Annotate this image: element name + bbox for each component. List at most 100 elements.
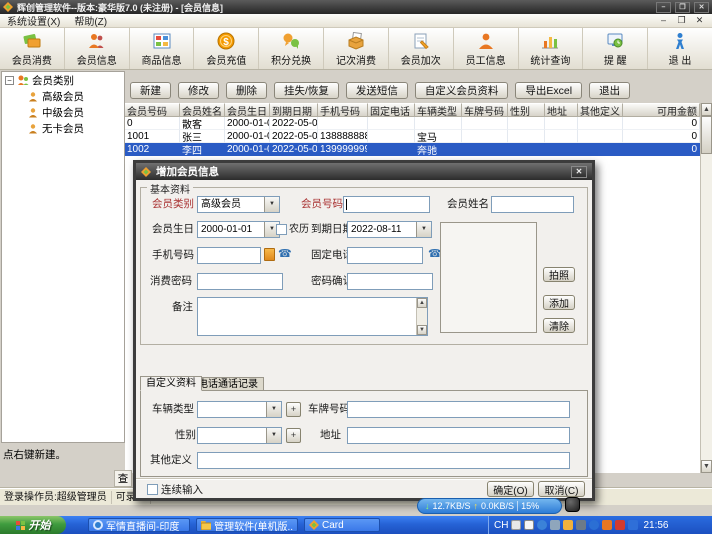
tree-collapse-icon[interactable]: − [5,75,14,85]
col-header[interactable]: 可用金额 [623,103,700,117]
export-excel-button[interactable]: 导出Excel [515,82,583,99]
toolbar-member-info[interactable]: 会员信息 [65,28,130,69]
table-scrollbar[interactable]: ▲ ▼ [700,103,712,473]
col-header[interactable]: 固定电话 [368,103,415,117]
custom-member-data-button[interactable]: 自定义会员资料 [414,82,509,99]
new-button[interactable]: 新建 [130,82,171,99]
col-header[interactable]: 手机号码 [318,103,368,117]
toolbar-member-add-count[interactable]: 会员加次 [389,28,454,69]
scroll-thumb[interactable] [701,116,712,154]
toolbar-member-consume[interactable]: 会员消费 [0,28,65,69]
tray-icon[interactable] [589,520,600,530]
minimize-icon[interactable]: – [656,1,671,13]
birthday-select[interactable]: 2000-01-01 ▼ [197,221,280,238]
member-no-input[interactable] [343,196,430,213]
taskbar-task-folder[interactable]: 管理软件(单机版.. [196,518,298,532]
scroll-down-icon[interactable]: ▼ [417,325,427,335]
mdi-restore-icon[interactable]: ❐ [675,15,688,26]
input-language-indicator[interactable]: CH [494,520,508,531]
table-row[interactable]: 0 散客 2000-01-01 2022-05-04 0 [125,117,700,130]
cancel-button[interactable]: 取消(C) [538,481,585,497]
accelerator-ball-icon[interactable] [565,497,580,512]
add-photo-button[interactable]: 添加 [543,295,575,310]
chevron-down-icon[interactable]: ▼ [266,402,281,417]
table-row[interactable]: 1001 张三 2000-01-01 2022-05-04 138888888 … [125,130,700,143]
tray-icon[interactable] [537,520,548,530]
exit-button[interactable]: 退出 [589,82,631,99]
mdi-minimize-icon[interactable]: – [657,15,670,26]
tree-root[interactable]: − 会员类别 [2,72,124,88]
tray-icon[interactable] [602,520,613,530]
toolbar-staff-info[interactable]: 员工信息 [454,28,519,69]
continuous-checkbox[interactable] [147,484,158,495]
help-icon[interactable] [524,520,535,530]
col-header[interactable]: 会员号码 [125,103,180,117]
col-header[interactable]: 车辆类型 [415,103,462,117]
tray-icon[interactable] [550,520,561,530]
address-input[interactable] [347,427,570,444]
chevron-down-icon[interactable]: ▼ [266,428,281,443]
scroll-up-icon[interactable]: ▲ [701,103,712,116]
scroll-down-icon[interactable]: ▼ [701,460,712,473]
toolbar-points-exchange[interactable]: 积分兑换 [259,28,325,69]
add-car-type-button[interactable]: + [286,402,301,417]
pwd-input[interactable] [197,273,283,290]
member-type-select[interactable]: 高级会员 ▼ [197,196,280,213]
chevron-down-icon[interactable]: ▼ [264,197,279,212]
tree-item-middle[interactable]: 中级会员 [2,104,124,120]
expire-select[interactable]: 2022-08-11 ▼ [347,221,432,238]
modify-button[interactable]: 修改 [178,82,219,99]
toolbar-count-consume[interactable]: 记次消费 [324,28,389,69]
dialog-close-icon[interactable]: ✕ [571,165,587,178]
tray-icon[interactable] [576,520,587,530]
tree-item-nocard[interactable]: 无卡会员 [2,120,124,136]
other-input[interactable] [197,452,570,469]
menu-help[interactable]: 帮助(Z) [67,13,114,28]
col-header[interactable]: 车牌号码 [462,103,508,117]
menu-system-settings[interactable]: 系统设置(X) [0,13,67,28]
delete-button[interactable]: 删除 [226,82,267,99]
taskbar-task-browser[interactable]: 军情直播间-印度 [88,518,190,532]
keyboard-icon[interactable] [511,520,522,530]
send-sms-button[interactable]: 发送短信 [345,82,408,99]
mobile-input[interactable] [197,247,261,264]
toolbar-statistics-query[interactable]: 统计查询 [519,28,584,69]
table-row-selected[interactable]: 1002 李四 2000-01-01 2022-05-04 139999999 … [125,143,700,156]
add-gender-button[interactable]: + [286,428,301,443]
pwd-confirm-input[interactable] [347,273,433,290]
restore-icon[interactable]: ❐ [675,1,690,13]
toolbar-reminder[interactable]: 提 醒 [583,28,649,69]
start-button[interactable]: 开始 [0,516,66,534]
toolbar-exit[interactable]: 退 出 [648,28,712,69]
taskbar-task-card[interactable]: Card [304,518,380,532]
tree-item-senior[interactable]: 高级会员 [2,88,124,104]
net-speed-widget[interactable]: ↓ 12.7KB/S ↑ 0.0KB/S 15% [417,498,562,514]
chevron-down-icon[interactable]: ▼ [416,222,431,237]
gender-select[interactable]: ▼ [197,427,282,444]
close-icon[interactable]: ✕ [694,1,709,13]
security-shield-icon[interactable] [628,520,639,530]
col-header[interactable]: 地址 [545,103,578,117]
ok-button[interactable]: 确定(O) [487,481,534,497]
textarea-scrollbar[interactable]: ▲ ▼ [416,298,427,335]
col-header[interactable]: 其他定义 [578,103,623,117]
col-header[interactable]: 到期日期 [270,103,318,117]
sms-icon[interactable] [264,248,275,261]
mdi-close-icon[interactable]: ✕ [693,15,706,26]
member-name-input[interactable] [491,196,574,213]
tab-call-records[interactable]: 电话通话记录 [192,377,264,391]
toolbar-member-recharge[interactable]: $ 会员充值 [194,28,260,69]
toolbar-product-info[interactable]: 商品信息 [130,28,195,69]
clear-photo-button[interactable]: 清除 [543,318,575,333]
tab-custom-data[interactable]: 自定义资料 [140,376,202,391]
phone-icon[interactable]: ☎ [278,247,292,261]
col-header[interactable]: 会员生日 [225,103,270,117]
scroll-up-icon[interactable]: ▲ [417,298,427,308]
plate-input[interactable] [347,401,570,418]
partial-query-button[interactable]: 查 [114,470,132,487]
take-photo-button[interactable]: 拍照 [543,267,575,282]
remark-textarea[interactable]: ▲ ▼ [197,297,428,336]
tel-input[interactable] [347,247,423,264]
loss-restore-button[interactable]: 挂失/恢复 [274,82,339,99]
col-header[interactable]: 性别 [508,103,545,117]
